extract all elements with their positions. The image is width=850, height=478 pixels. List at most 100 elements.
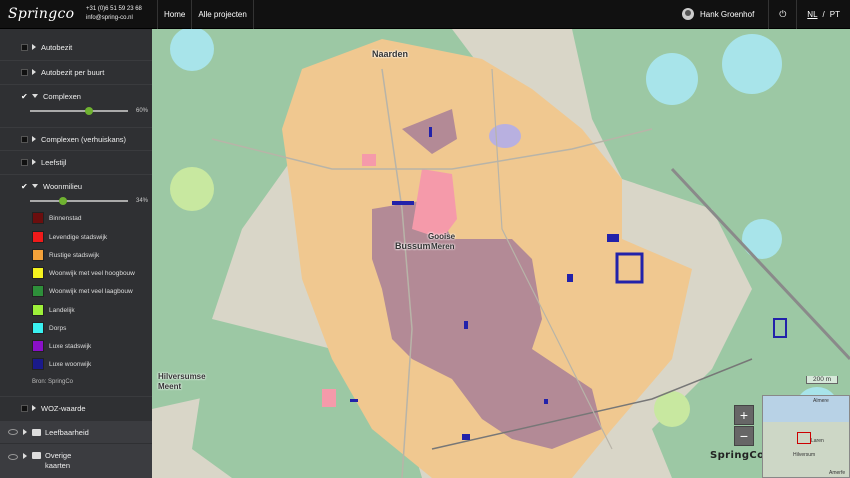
- phone-number: +31 (0)6 51 59 23 68: [86, 6, 142, 12]
- layer-label: Woonmilieu: [43, 181, 83, 191]
- legend-label: Rustige stadswijk: [49, 251, 100, 259]
- checkbox[interactable]: [21, 68, 28, 76]
- springco-watermark: SpringCo: [710, 450, 765, 461]
- legend-label: Woonwijk met veel laagbouw: [49, 287, 133, 295]
- layer-label: Autobezit: [41, 42, 73, 52]
- minimap-label: Amerfe: [829, 470, 846, 476]
- folder-icon: [32, 428, 41, 436]
- legend-swatch: [32, 285, 44, 297]
- layer-label: Leefstijl: [41, 157, 67, 167]
- slider-handle[interactable]: [59, 197, 67, 205]
- layer-label: WOZ-waarde: [41, 403, 86, 413]
- nav-home[interactable]: Home: [157, 0, 191, 29]
- expand-icon[interactable]: [23, 453, 27, 459]
- checkbox[interactable]: [21, 43, 28, 51]
- lang-nl[interactable]: NL: [807, 10, 817, 19]
- zoom-in-button[interactable]: +: [734, 405, 754, 425]
- minimap-water: [763, 396, 849, 422]
- springco-logo[interactable]: Springco: [0, 0, 82, 29]
- checkmark-icon[interactable]: ✔: [21, 92, 28, 100]
- complex-marker: [350, 399, 358, 402]
- complex-marker: [607, 234, 619, 242]
- layer-complexen-verhuiskans[interactable]: Complexen (verhuiskans): [0, 128, 152, 150]
- minimap-label: Almere: [813, 398, 829, 404]
- overview-minimap[interactable]: Almere Laren Hilversum Amerfe: [762, 395, 850, 478]
- layer-sidebar: Autobezit Autobezit per buurt ✔ Complexe…: [0, 29, 152, 478]
- user-menu[interactable]: Hank Groenhof: [672, 0, 768, 29]
- minimap-label: Laren: [811, 438, 824, 444]
- legend-label: Levendige stadswijk: [49, 233, 108, 241]
- group-overige-kaarten[interactable]: Overige kaarten: [0, 444, 152, 478]
- top-bar: Springco +31 (0)6 51 59 23 68 info@sprin…: [0, 0, 850, 29]
- email-address[interactable]: info@spring-co.nl: [86, 14, 157, 23]
- legend-label: Landelijk: [49, 306, 75, 314]
- zone-landelijk: [170, 167, 214, 211]
- legend-item: Woonwijk met veel laagbouw: [32, 284, 133, 298]
- label-gooise: Gooise: [428, 232, 456, 241]
- woonmilieu-opacity-slider[interactable]: [30, 197, 128, 205]
- legend-item: Dorps: [32, 321, 66, 335]
- label-hilversumse: Hilversumse: [158, 372, 206, 381]
- layer-complexen[interactable]: ✔ Complexen: [0, 85, 152, 107]
- lang-separator: /: [822, 9, 825, 19]
- checkbox[interactable]: [21, 135, 28, 143]
- scale-bar: 200 m: [806, 376, 839, 384]
- group-label: Overige kaarten: [45, 451, 72, 470]
- checkbox[interactable]: [21, 404, 28, 412]
- slider-handle[interactable]: [85, 107, 93, 115]
- layer-leefstijl[interactable]: Leefstijl: [0, 151, 152, 173]
- zone-levendige-stadswijk: [322, 389, 336, 407]
- layer-autobezit[interactable]: Autobezit: [0, 36, 152, 58]
- map-canvas[interactable]: Naarden Bussum Gooise Meren Hilversumse …: [152, 29, 850, 478]
- eye-icon[interactable]: [8, 454, 18, 460]
- legend-swatch: [32, 322, 44, 334]
- legend-item: Luxe woonwijk: [32, 357, 91, 371]
- checkmark-icon[interactable]: ✔: [21, 182, 28, 190]
- legend-item: Binnenstad: [32, 211, 82, 225]
- legend-label: Binnenstad: [49, 214, 82, 222]
- group-leefbaarheid[interactable]: Leefbaarheid: [0, 421, 152, 443]
- user-name: Hank Groenhof: [700, 9, 755, 19]
- layer-label: Complexen: [43, 91, 81, 101]
- complexen-opacity-slider[interactable]: [30, 107, 128, 115]
- complex-marker: [464, 321, 468, 329]
- legend-item: Luxe stadswijk: [32, 339, 91, 353]
- expand-icon[interactable]: [32, 69, 36, 75]
- checkbox[interactable]: [21, 158, 28, 166]
- expand-icon[interactable]: [32, 159, 36, 165]
- expand-icon[interactable]: [23, 429, 27, 435]
- nav-spacer: [252, 0, 672, 29]
- zone-levendige-stadswijk: [362, 154, 376, 166]
- label-meren: Meren: [431, 242, 455, 251]
- minimap-viewport[interactable]: [797, 432, 811, 444]
- label-bussum: Bussum: [395, 241, 431, 251]
- contact-info: +31 (0)6 51 59 23 68 info@spring-co.nl: [82, 0, 157, 29]
- minimap-label: Hilversum: [793, 452, 816, 458]
- power-icon[interactable]: ⏻: [768, 0, 796, 29]
- legend-label: Luxe stadswijk: [49, 342, 92, 350]
- legend-label: Dorps: [49, 324, 67, 332]
- nav-all-projects[interactable]: Alle projecten: [191, 0, 252, 29]
- legend-source: Bron: SpringCo: [32, 379, 74, 385]
- slider-value: 60%: [136, 108, 149, 114]
- collapse-icon[interactable]: [32, 184, 38, 188]
- layer-autobezit-per-buurt[interactable]: Autobezit per buurt: [0, 61, 152, 83]
- label-meent: Meent: [158, 382, 182, 391]
- expand-icon[interactable]: [32, 136, 36, 142]
- zone-luxe-stadswijk: [489, 124, 521, 148]
- legend-item: Rustige stadswijk: [32, 248, 99, 262]
- expand-icon[interactable]: [32, 405, 36, 411]
- complex-marker: [429, 127, 432, 137]
- lang-pt[interactable]: PT: [830, 10, 840, 19]
- eye-icon[interactable]: [8, 429, 18, 435]
- legend-swatch: [32, 340, 44, 352]
- layer-woonmilieu[interactable]: ✔ Woonmilieu: [0, 175, 152, 197]
- legend-swatch: [32, 358, 44, 370]
- legend-swatch: [32, 212, 44, 224]
- zoom-out-button[interactable]: −: [734, 426, 754, 446]
- legend-item: Woonwijk met veel hoogbouw: [32, 266, 135, 280]
- layer-woz-waarde[interactable]: WOZ-waarde: [0, 397, 152, 419]
- expand-icon[interactable]: [32, 44, 36, 50]
- zone-dorps: [722, 34, 782, 94]
- collapse-icon[interactable]: [32, 94, 38, 98]
